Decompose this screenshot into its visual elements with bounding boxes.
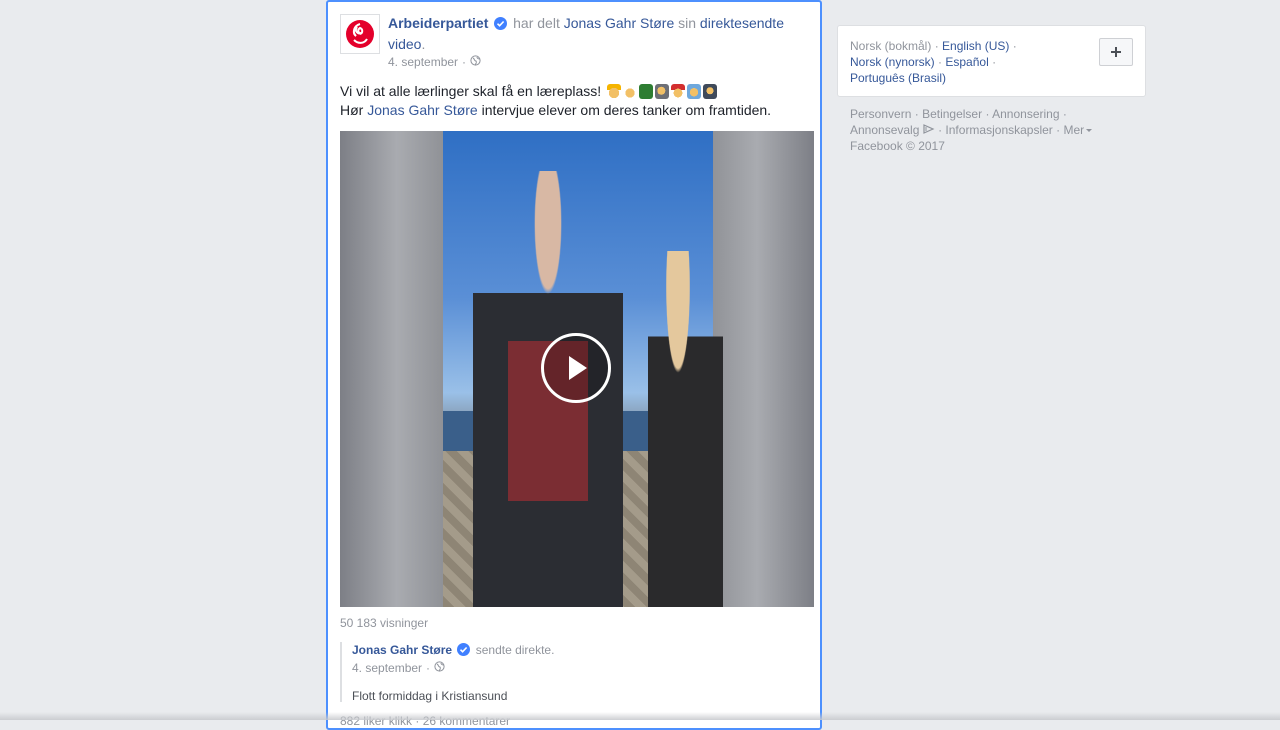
verified-badge-icon [457,643,471,660]
post-header: Arbeiderpartiet har delt Jonas Gahr Stør… [388,14,808,54]
shared-description: Flott formiddag i Kristiansund [352,689,508,703]
footer-link-ad-choices[interactable]: Annonsevalg [850,123,919,137]
language-link-english[interactable]: English (US) [942,39,1009,53]
post-message: Vi vil at alle lærlinger skal få en lære… [340,82,810,120]
footer-link-more[interactable]: Mer [1064,123,1093,137]
scientist-emoji-icon [703,84,718,99]
shared-date-link[interactable]: 4. september [352,660,422,676]
plus-icon [1111,47,1121,57]
language-link-portugues[interactable]: Português (Brasil) [850,71,946,85]
header-period: . [421,36,426,52]
post-line-1: Vi vil at alle lærlinger skal få en lære… [340,83,602,99]
footer-link-advertising[interactable]: Annonsering [992,107,1059,121]
language-selector-box: Norsk (bokmål) · English (US) · Norsk (n… [837,25,1146,97]
separator: · [992,55,997,69]
shared-author-link[interactable]: Jonas Gahr Støre [352,643,452,657]
bottom-fade [0,712,1280,720]
video-player[interactable] [340,131,814,607]
globe-icon[interactable] [434,660,445,676]
caret-down-icon [1086,129,1093,132]
copyright: Facebook © 2017 [850,139,945,153]
language-link-nynorsk[interactable]: Norsk (nynorsk) [850,55,935,69]
footer-link-cookies[interactable]: Informasjonskapsler [945,123,1052,137]
ad-choices-icon[interactable] [923,123,935,137]
separator: · [1012,39,1017,53]
current-language: Norsk (bokmål) [850,39,932,53]
shared-original-post: Jonas Gahr Støre sendte direkte. 4. sept… [340,642,800,703]
separator: · [938,123,943,137]
post-line-2-suffix: intervjue elever om deres tanker om fram… [481,102,772,118]
globe-icon[interactable] [470,55,481,69]
video-person-woman [648,251,723,607]
more-languages-button[interactable] [1099,38,1133,66]
shared-person-link[interactable]: Jonas Gahr Støre [564,15,675,31]
page-avatar[interactable] [340,14,380,54]
separator: · [1056,123,1061,137]
mechanic-emoji-icon [655,84,670,99]
play-icon [569,356,587,380]
language-link-espanol[interactable]: Español [945,55,988,69]
video-post-card: Arbeiderpartiet har delt Jonas Gahr Stør… [326,0,822,730]
separator: · [985,107,990,121]
shared-action: sendte direkte. [475,643,555,657]
post-meta: 4. september · [388,55,481,69]
footer-more-label: Mer [1063,123,1085,137]
post-author-link[interactable]: Arbeiderpartiet [388,15,488,31]
rose-logo-icon [346,20,374,48]
construction-worker-emoji-icon [607,84,622,99]
firefighter-emoji-icon [671,84,686,99]
footer-link-privacy[interactable]: Personvern [850,107,911,121]
factory-worker-emoji-icon [687,84,702,99]
post-date-link[interactable]: 4. september [388,55,458,69]
mentioned-person-link[interactable]: Jonas Gahr Støre [367,102,478,118]
separator: · [914,107,919,121]
cook-emoji-icon [623,84,638,99]
shared-header: Jonas Gahr Støre sendte direkte. [352,642,800,660]
footer-link-terms[interactable]: Betingelser [922,107,982,121]
view-count: 50 183 visninger [340,616,429,630]
post-line-2-prefix: Hør [340,102,364,118]
meta-separator: · [426,661,431,675]
play-button[interactable] [541,333,611,403]
shared-meta: 4. september · [352,660,800,676]
separator: · [1062,107,1067,121]
shared-text: har delt [513,15,560,31]
teacher-emoji-icon [639,84,654,99]
sin-text: sin [678,15,697,31]
separator: · [938,55,943,69]
separator: · [934,39,939,53]
meta-separator: · [462,55,467,69]
language-list: Norsk (bokmål) · English (US) · Norsk (n… [850,38,1070,86]
footer-links: Personvern · Betingelser · Annonsering ·… [850,106,1140,154]
verified-badge-icon [494,16,508,35]
profession-emojis [607,84,718,99]
